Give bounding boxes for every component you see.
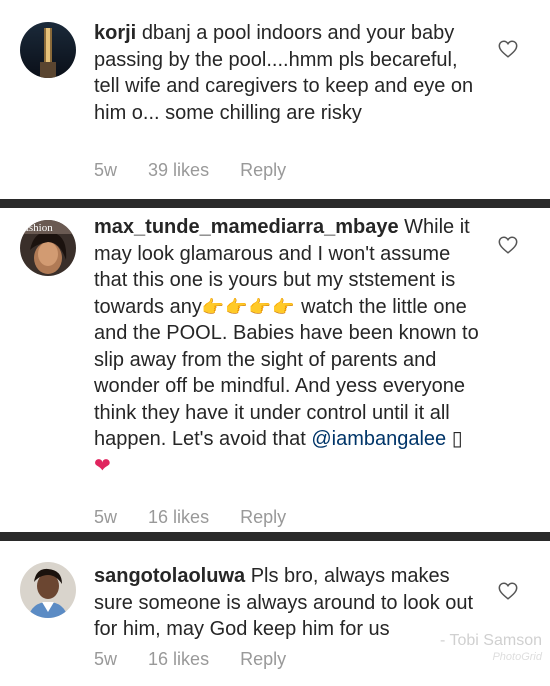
- comment-3-likes[interactable]: 16 likes: [148, 649, 209, 669]
- heart-outline-icon[interactable]: [497, 38, 519, 60]
- comment-2-meta: 5w 16 likes Reply: [94, 507, 312, 528]
- comment-3-reply-button[interactable]: Reply: [240, 649, 286, 669]
- avatar-sangotolaoluwa[interactable]: [20, 562, 76, 618]
- watermark-sub: PhotoGrid: [492, 651, 542, 663]
- comment-2-trailing-glyph: ▯: [451, 428, 463, 450]
- comment-3-text: sangotolaoluwa Pls bro, always makes sur…: [94, 563, 479, 643]
- comment-2: ashion max_tunde_mamediarra_mbaye While …: [0, 208, 550, 532]
- watermark: - Tobi Samson PhotoGrid: [440, 632, 542, 666]
- avatar-max-tunde[interactable]: ashion: [20, 220, 76, 276]
- avatar-magazine-text: ashion: [24, 222, 53, 234]
- comment-2-text: max_tunde_mamediarra_mbaye While it may …: [94, 214, 479, 479]
- comment-2-body-b: watch the little one and the POOL. Babie…: [94, 295, 479, 451]
- comment-3: sangotolaoluwa Pls bro, always makes sur…: [0, 541, 550, 686]
- comment-2-username[interactable]: max_tunde_mamediarra_mbaye: [94, 216, 399, 238]
- comment-1: korji dbanj a pool indoors and your baby…: [0, 0, 550, 200]
- comment-3-time: 5w: [94, 649, 118, 669]
- comment-1-likes[interactable]: 39 likes: [148, 160, 209, 180]
- watermark-name: - Tobi Samson: [440, 632, 542, 649]
- comment-1-body: dbanj a pool indoors and your baby passi…: [94, 22, 474, 124]
- separator: [0, 532, 550, 541]
- comment-1-username[interactable]: korji: [94, 22, 136, 44]
- comment-1-meta: 5w 39 likes Reply: [94, 160, 312, 181]
- pointing-finger-emoji: 👉👉👉👉: [201, 296, 296, 317]
- comment-3-meta: 5w 16 likes Reply: [94, 649, 312, 670]
- comment-1-time: 5w: [94, 160, 118, 180]
- red-heart-emoji: ❤: [94, 454, 111, 477]
- heart-outline-icon[interactable]: [497, 580, 519, 602]
- comment-2-mention[interactable]: @iambangalee: [311, 428, 446, 450]
- separator: [0, 199, 550, 208]
- comment-2-reply-button[interactable]: Reply: [240, 507, 286, 527]
- comment-2-likes[interactable]: 16 likes: [148, 507, 209, 527]
- heart-outline-icon[interactable]: [497, 234, 519, 256]
- comment-1-reply-button[interactable]: Reply: [240, 160, 286, 180]
- avatar-korji[interactable]: [20, 22, 76, 78]
- comment-3-username[interactable]: sangotolaoluwa: [94, 565, 245, 587]
- comment-2-time: 5w: [94, 507, 118, 527]
- comment-1-text: korji dbanj a pool indoors and your baby…: [94, 20, 479, 126]
